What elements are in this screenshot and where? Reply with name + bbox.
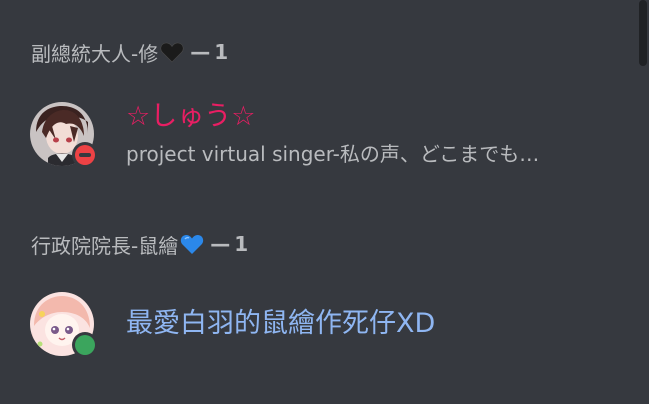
role-separator: — <box>210 232 231 256</box>
role-header-premier: 行政院院長-鼠繪 — 1 <box>31 230 248 258</box>
role-member-count: 1 <box>214 40 229 64</box>
role-header-vice-president: 副總統大人-修 — 1 <box>31 38 228 66</box>
member-activity: project virtual singer-私の声、どこまでも… <box>126 142 540 166</box>
black-heart-icon <box>160 42 184 63</box>
do-not-disturb-icon <box>75 144 95 165</box>
member-name[interactable]: ☆しゅう☆ <box>126 100 539 134</box>
status-indicator <box>72 332 98 358</box>
role-name: 行政院院長-鼠繪 <box>31 233 179 258</box>
member-item[interactable]: ☆しゅう☆ project virtual singer-私の声、どこまでも… <box>30 100 539 168</box>
online-icon <box>75 335 95 355</box>
role-member-count: 1 <box>234 232 249 256</box>
member-text: 最愛白羽的鼠繪作死仔XD <box>126 307 435 341</box>
avatar[interactable] <box>30 292 98 358</box>
member-name[interactable]: 最愛白羽的鼠繪作死仔XD <box>126 307 435 341</box>
role-name: 副總統大人-修 <box>31 41 159 66</box>
avatar[interactable] <box>30 101 98 168</box>
scrollbar[interactable] <box>639 0 647 66</box>
member-list: 副總統大人-修 — 1 ☆しゅう☆ project virtual singer… <box>0 0 649 404</box>
status-indicator <box>72 141 98 168</box>
blue-heart-icon <box>181 234 204 254</box>
member-item[interactable]: 最愛白羽的鼠繪作死仔XD <box>30 292 435 358</box>
member-text: ☆しゅう☆ project virtual singer-私の声、どこまでも… <box>126 100 539 167</box>
role-separator: — <box>190 40 211 64</box>
